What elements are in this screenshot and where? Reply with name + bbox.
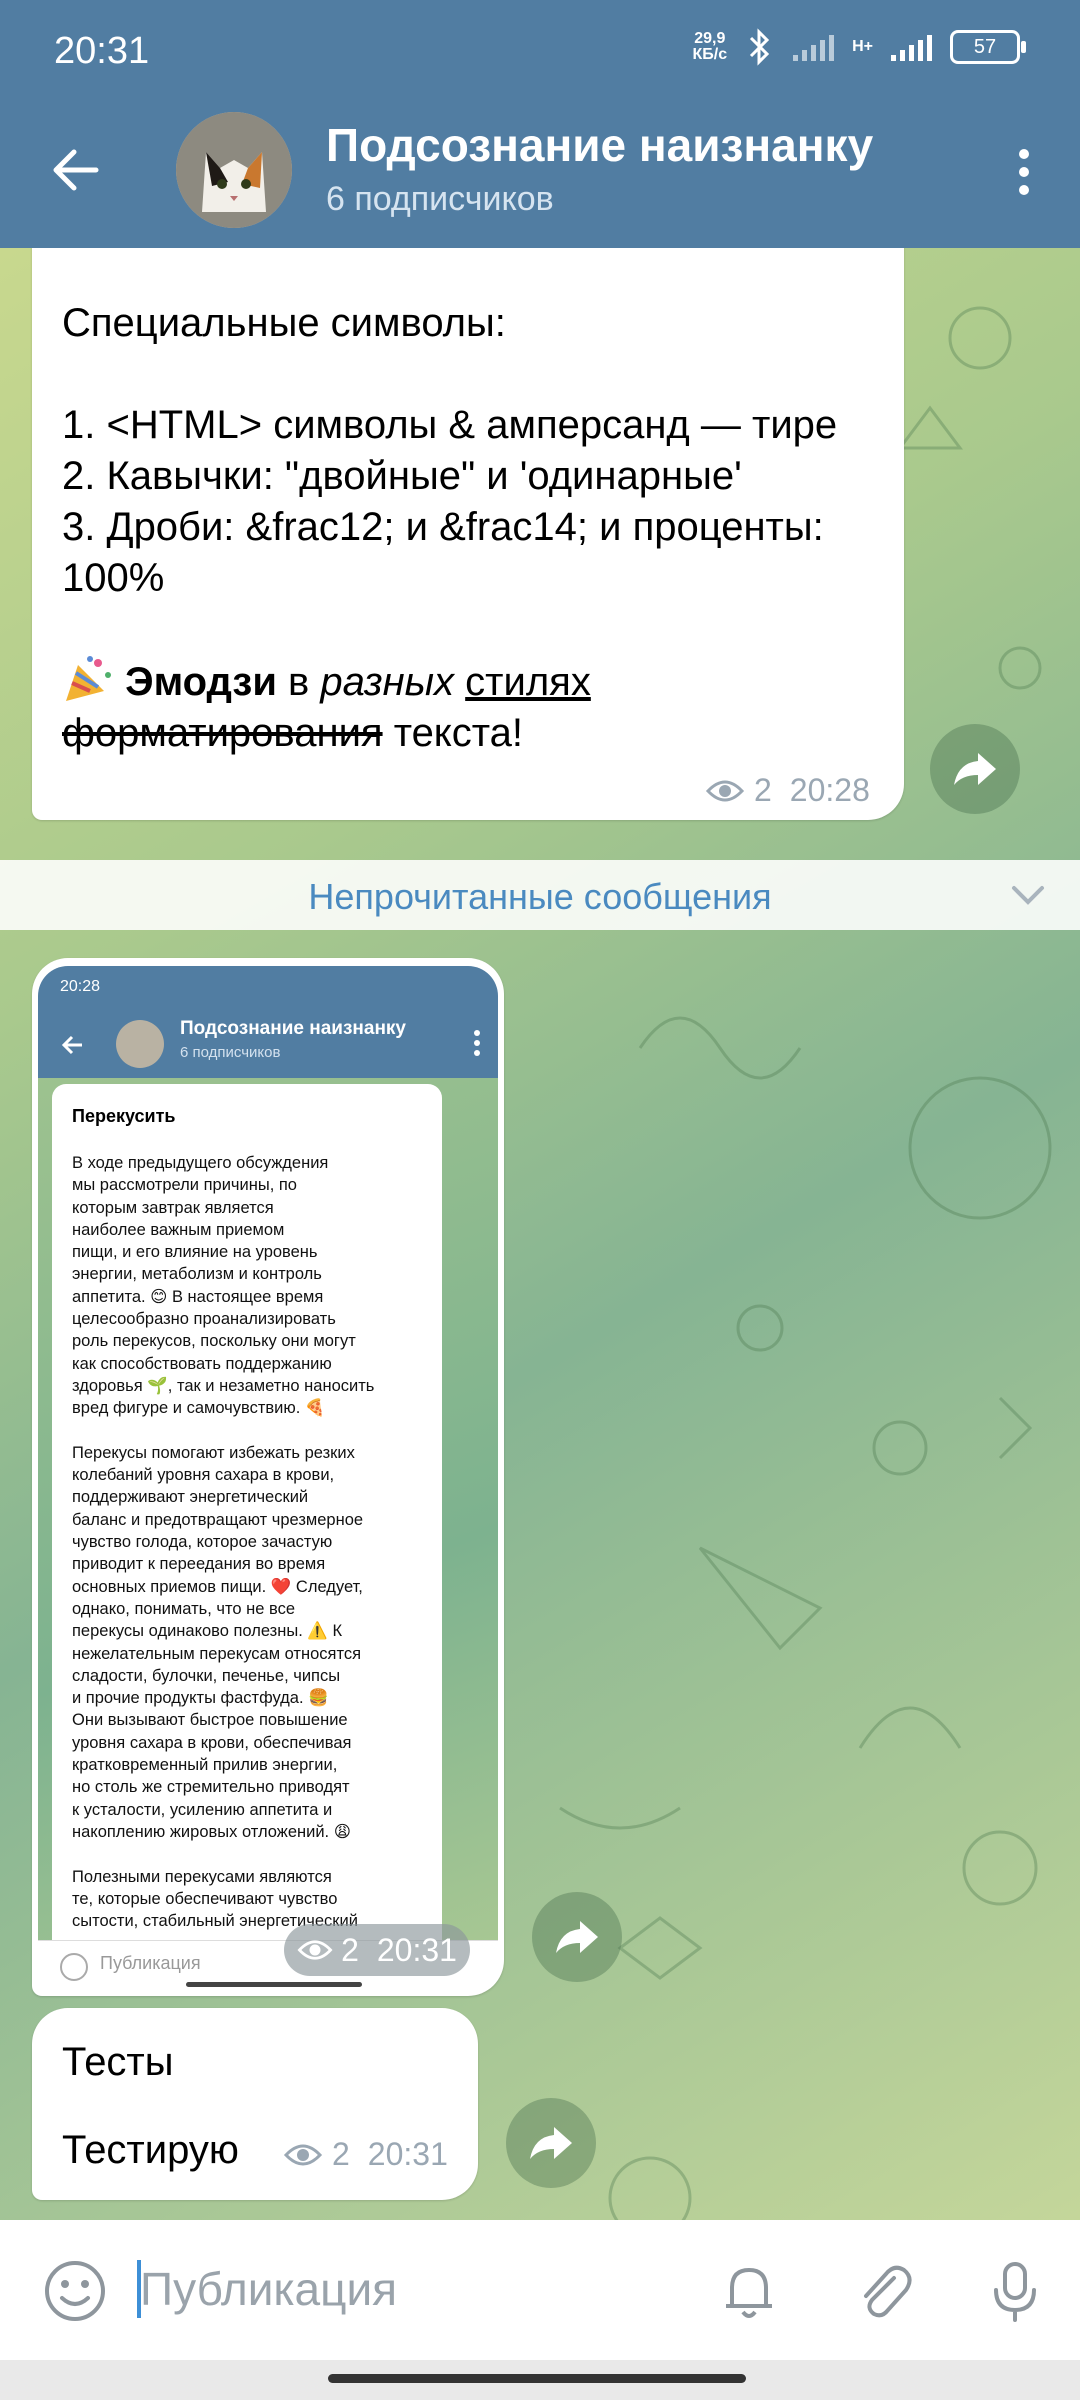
strikethrough-text: форматирования — [62, 711, 383, 755]
message-bubble-tests[interactable]: Тесты Тестирую 2 20:31 — [32, 2008, 478, 2200]
message-meta: 2 20:31 — [284, 2136, 448, 2173]
share-button[interactable] — [930, 724, 1020, 814]
network-speed: 29,9 КБ/с — [692, 30, 728, 63]
bluetooth-icon — [750, 28, 770, 66]
microphone-icon[interactable] — [980, 2256, 1050, 2326]
message-meta: 2 20:28 — [706, 772, 870, 809]
chevron-down-icon[interactable] — [1010, 880, 1046, 910]
status-icons: 29,9 КБ/с H+ 57 — [692, 28, 1026, 66]
message-meta: 2 20:31 — [284, 1924, 470, 1976]
message-line-3: 3. Дроби: &frac12; и &frac14; и проценты… — [62, 505, 824, 600]
italic-text: разных — [320, 660, 455, 704]
smile-icon — [60, 1953, 88, 1981]
channel-title[interactable]: Подсознание наизнанку — [326, 118, 873, 172]
underline-text: стилях — [465, 660, 591, 704]
system-nav-bar — [0, 2360, 1080, 2400]
share-arrow-icon — [530, 2127, 572, 2159]
unread-label: Непрочитанные сообщения — [308, 876, 772, 917]
shot-message: Перекусить В ходе предыдущего обсуждения… — [52, 1084, 442, 1964]
share-button[interactable] — [532, 1892, 622, 1982]
share-arrow-icon — [556, 1921, 598, 1953]
channel-avatar[interactable] — [176, 112, 292, 228]
more-vertical-icon — [474, 1030, 480, 1056]
eye-icon — [297, 1940, 333, 1960]
message-line-2: 2. Кавычки: "двойные" и 'одинарные' — [62, 454, 742, 498]
back-arrow-icon[interactable] — [46, 140, 106, 200]
home-indicator[interactable] — [328, 2374, 746, 2383]
status-time: 20:31 — [54, 30, 150, 72]
subscriber-count: 6 подписчиков — [326, 180, 554, 218]
shot-header: 20:28 Подсознание наизнанку 6 подписчико… — [38, 966, 498, 1078]
bell-icon[interactable] — [714, 2256, 784, 2326]
formatted-line: Эмодзи в разных стилях форматирования те… — [62, 655, 882, 759]
party-popper-icon — [66, 656, 111, 701]
message-text: Специальные символы: 1. <HTML> символы &… — [62, 298, 882, 759]
message-bubble-special-chars[interactable]: Специальные символы: 1. <HTML> символы &… — [32, 248, 904, 820]
share-arrow-icon — [954, 753, 996, 785]
avatar — [116, 1020, 164, 1068]
battery-icon: 57 — [950, 30, 1026, 64]
share-button[interactable] — [506, 2098, 596, 2188]
screenshot-image[interactable]: 20:28 Подсознание наизнанку 6 подписчико… — [38, 966, 498, 1988]
eye-icon — [706, 780, 744, 801]
chat-area[interactable]: Специальные символы: 1. <HTML> символы &… — [0, 248, 1080, 2220]
network-type: H+ — [852, 38, 873, 55]
bold-text: Эмодзи — [125, 660, 277, 704]
unread-separator: Непрочитанные сообщения — [0, 860, 1080, 930]
eye-icon — [284, 2144, 322, 2165]
app-header: 20:31 29,9 КБ/с H+ 57 Подсознание наизнан… — [0, 0, 1080, 248]
signal-icon — [793, 33, 835, 61]
home-indicator — [186, 1982, 362, 1987]
message-line-2: Тестирую — [62, 2128, 239, 2172]
message-line-1: Тесты — [62, 2040, 174, 2084]
back-arrow-icon — [61, 1035, 82, 1055]
message-heading: Специальные символы: — [62, 301, 506, 345]
smile-icon[interactable] — [40, 2256, 110, 2326]
more-vertical-icon[interactable] — [1004, 142, 1044, 202]
paperclip-icon[interactable] — [848, 2256, 918, 2326]
message-bubble-image[interactable]: 20:28 Подсознание наизнанку 6 подписчико… — [32, 958, 504, 1996]
signal-icon-2 — [891, 33, 932, 61]
message-input[interactable]: Публикация — [140, 2262, 397, 2316]
message-line-1: 1. <HTML> символы & амперсанд — тире — [62, 403, 838, 447]
message-input-bar: Публикация — [0, 2220, 1080, 2360]
shot-chat: Перекусить В ходе предыдущего обсуждения… — [38, 1078, 498, 1964]
